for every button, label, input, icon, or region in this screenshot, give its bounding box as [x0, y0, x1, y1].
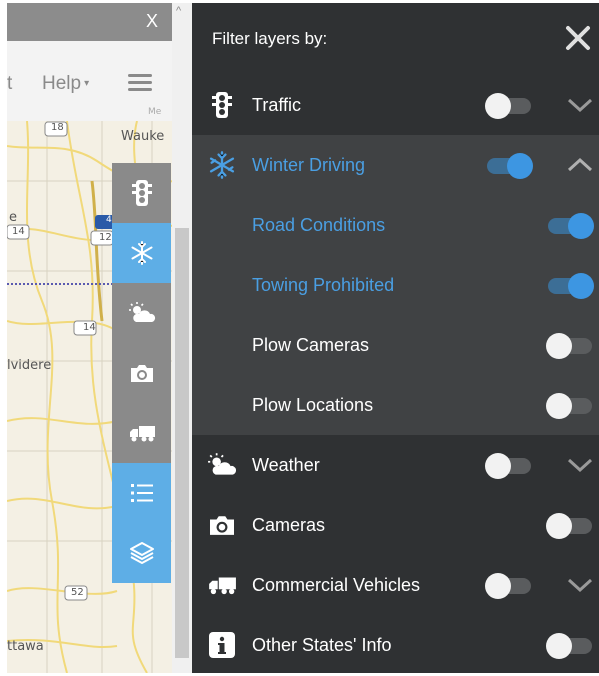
- toolbar-camera-button[interactable]: [112, 343, 171, 403]
- map-close-button[interactable]: X: [146, 11, 158, 32]
- filter-row-cameras: Cameras: [192, 495, 599, 555]
- panel-header: Filter layers by:: [192, 3, 599, 75]
- map-label-edge-e: e: [9, 210, 17, 225]
- filter-label-plow-cameras: Plow Cameras: [252, 334, 370, 355]
- chevron-down-icon[interactable]: [566, 455, 594, 475]
- filter-row-plow-cameras: Plow Cameras: [192, 315, 599, 375]
- toggle-weather[interactable]: [485, 453, 533, 479]
- snowflake-icon: [131, 241, 152, 265]
- toolbar-list-button[interactable]: [112, 463, 171, 523]
- map-label-belvidere: lvidere: [7, 358, 52, 373]
- scroll-up-icon[interactable]: ^: [176, 5, 181, 17]
- toolbar-traffic-button[interactable]: [112, 163, 171, 223]
- layers-icon: [129, 542, 154, 564]
- chevron-down-icon[interactable]: [566, 575, 594, 595]
- route-shield-12: 12: [99, 232, 112, 243]
- toolbar-layers-button[interactable]: [112, 523, 171, 583]
- filter-row-weather: Weather: [192, 435, 599, 495]
- filter-row-plow-locations: Plow Locations: [192, 375, 599, 435]
- route-shield-52: 52: [71, 587, 84, 598]
- truck-icon: [129, 426, 155, 442]
- map-top-bar: X: [7, 3, 172, 41]
- truck-icon: [206, 569, 238, 601]
- layer-toolbar: [112, 163, 171, 583]
- toolbar-commercial-button[interactable]: [112, 403, 171, 463]
- filter-label-plow-locations: Plow Locations: [252, 394, 374, 415]
- filter-label-cameras: Cameras: [252, 514, 326, 535]
- traffic-light-icon: [206, 89, 238, 121]
- filter-label-winter-driving: Winter Driving: [252, 154, 366, 175]
- map-label-ottawa: ttawa: [7, 639, 44, 654]
- filter-row-other-states: Other States' Info: [192, 615, 599, 675]
- camera-icon: [206, 509, 238, 541]
- traffic-light-icon: [131, 180, 152, 206]
- toggle-commercial-vehicles[interactable]: [485, 573, 533, 599]
- filter-label-weather: Weather: [252, 454, 320, 475]
- menu-item-partial[interactable]: t: [7, 73, 12, 95]
- help-menu[interactable]: Help ▾: [42, 73, 89, 95]
- route-shield-14a: 14: [12, 226, 25, 237]
- filter-row-road-conditions: Road Conditions: [192, 195, 599, 255]
- toolbar-weather-button[interactable]: [112, 283, 171, 343]
- panel-title: Filter layers by:: [212, 29, 328, 48]
- toggle-towing-prohibited[interactable]: [546, 273, 594, 299]
- filter-label-towing-prohibited: Towing Prohibited: [252, 274, 395, 295]
- filter-panel: Filter layers by: Traffic Winter Driving…: [192, 3, 599, 673]
- close-icon[interactable]: [565, 25, 591, 51]
- toggle-road-conditions[interactable]: [546, 213, 594, 239]
- filter-label-traffic: Traffic: [252, 94, 302, 115]
- scrollbar[interactable]: ^: [172, 3, 192, 673]
- filter-row-winter-driving: Winter Driving: [192, 135, 599, 195]
- weather-icon: [206, 449, 238, 481]
- filter-label-road-conditions: Road Conditions: [252, 214, 386, 235]
- filter-row-traffic: Traffic: [192, 75, 599, 135]
- toggle-other-states[interactable]: [546, 633, 594, 659]
- camera-icon: [130, 365, 153, 382]
- chevron-down-icon[interactable]: [566, 95, 594, 115]
- route-shield-18: 18: [51, 122, 64, 133]
- info-icon: [206, 629, 238, 661]
- map-label-edge-mer: Me: [148, 107, 162, 117]
- scrollbar-thumb[interactable]: [175, 228, 189, 658]
- filter-row-towing-prohibited: Towing Prohibited: [192, 255, 599, 315]
- toggle-cameras[interactable]: [546, 513, 594, 539]
- hamburger-menu-icon[interactable]: [128, 74, 152, 92]
- toggle-winter-driving[interactable]: [485, 153, 533, 179]
- map-label-waukesha: Wauke: [121, 129, 165, 144]
- toggle-plow-locations[interactable]: [546, 393, 594, 419]
- toggle-traffic[interactable]: [485, 93, 533, 119]
- filter-label-other-states: Other States' Info: [252, 634, 392, 655]
- snowflake-icon: [206, 149, 238, 181]
- list-icon: [130, 484, 153, 502]
- toggle-plow-cameras[interactable]: [546, 333, 594, 359]
- route-shield-14b: 14: [83, 322, 96, 333]
- weather-icon: [128, 302, 155, 322]
- help-menu-label: Help: [42, 73, 82, 94]
- chevron-down-icon: ▾: [84, 78, 90, 90]
- filter-row-commercial-vehicles: Commercial Vehicles: [192, 555, 599, 615]
- toolbar-winter-button[interactable]: [112, 223, 171, 283]
- filter-label-commercial-vehicles: Commercial Vehicles: [252, 574, 421, 595]
- chevron-up-icon[interactable]: [566, 155, 594, 175]
